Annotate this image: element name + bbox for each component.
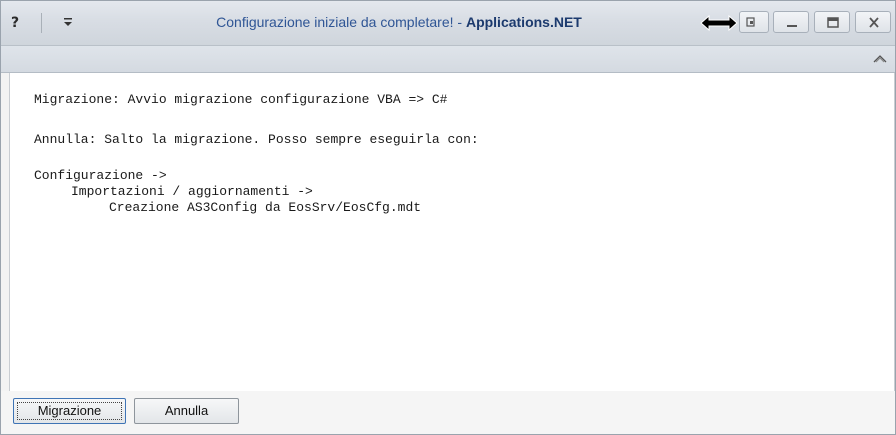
window-title-text: Configurazione iniziale da completare! -: [216, 14, 466, 30]
annulla-button-label: Annulla: [164, 403, 209, 418]
minimize-button[interactable]: [773, 11, 809, 33]
restore-down-icon: [746, 17, 755, 27]
message-line: Annulla: Salto la migrazione. Posso semp…: [34, 132, 479, 147]
maximize-icon: [827, 17, 839, 28]
message-line: Configurazione ->: [34, 168, 167, 183]
dialog-window: ? Configurazione iniziale da completare!…: [0, 0, 896, 435]
close-button[interactable]: [855, 11, 891, 33]
annulla-button[interactable]: Annulla: [134, 398, 239, 424]
help-icon[interactable]: ?: [11, 15, 19, 31]
migrazione-button[interactable]: Migrazione: [13, 398, 126, 424]
title-bar[interactable]: ? Configurazione iniziale da completare!…: [1, 1, 895, 46]
window-title: Configurazione iniziale da completare! -…: [121, 14, 677, 30]
horizontal-resize-cursor-icon: [699, 13, 739, 33]
ribbon-bar: [1, 46, 895, 73]
message-line: Migrazione: Avvio migrazione configurazi…: [34, 92, 448, 107]
collapse-ribbon-icon[interactable]: [871, 51, 889, 67]
message-area: Migrazione: Avvio migrazione configurazi…: [9, 73, 895, 391]
maximize-button[interactable]: [814, 11, 850, 33]
restore-down-button[interactable]: [739, 11, 769, 33]
customize-qat-icon[interactable]: [57, 13, 79, 33]
toolbar-separator: [41, 13, 42, 33]
app-name: Applications.NET: [465, 14, 582, 30]
minimize-icon: [787, 25, 797, 27]
message-line: Importazioni / aggiornamenti ->: [71, 184, 313, 199]
focus-rectangle: [17, 402, 122, 420]
close-icon: [869, 17, 879, 28]
button-bar: Migrazione Annulla: [1, 391, 895, 434]
message-line: Creazione AS3Config da EosSrv/EosCfg.mdt: [109, 200, 422, 215]
